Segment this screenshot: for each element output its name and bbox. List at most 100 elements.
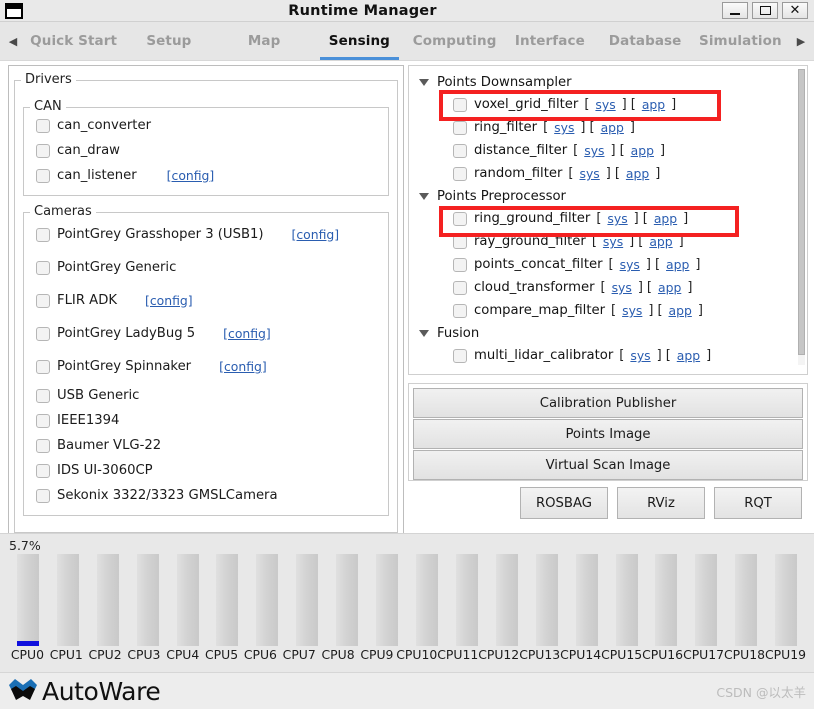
sys-link[interactable]: sys bbox=[614, 257, 646, 272]
tab-interface[interactable]: Interface bbox=[502, 22, 597, 60]
app-link[interactable]: app bbox=[671, 348, 706, 363]
checkbox-can-draw[interactable] bbox=[36, 143, 50, 158]
caret-down-icon[interactable] bbox=[419, 192, 429, 200]
runtime-manager-window: Runtime Manager ✕ ◀ Quick Start Setup Map S… bbox=[0, 0, 814, 709]
config-link[interactable]: [config] bbox=[145, 293, 193, 308]
minimize-button[interactable] bbox=[722, 2, 748, 19]
checkbox-cloud-transformer[interactable] bbox=[453, 280, 467, 295]
button-calibration-publisher[interactable]: Calibration Publisher bbox=[413, 388, 803, 418]
app-link[interactable]: app bbox=[643, 234, 678, 249]
tree-group-points-downsampler[interactable]: Points Downsampler bbox=[409, 71, 807, 93]
sys-link[interactable]: sys bbox=[624, 348, 656, 363]
driver-label: PointGrey Spinnaker bbox=[57, 359, 192, 374]
tab-sensing[interactable]: Sensing bbox=[312, 22, 407, 60]
button-virtual-scan-image[interactable]: Virtual Scan Image bbox=[413, 450, 803, 480]
tab-quick-start[interactable]: Quick Start bbox=[26, 22, 121, 60]
config-link[interactable]: [config] bbox=[292, 227, 340, 242]
sys-link[interactable]: sys bbox=[578, 143, 610, 158]
checkbox-pointgrey-grasshoper-3-usb1[interactable] bbox=[36, 227, 50, 242]
checkbox-sekonix-3322-3323-gmslcamera[interactable] bbox=[36, 488, 50, 503]
checkbox-usb-generic[interactable] bbox=[36, 388, 50, 403]
maximize-button[interactable] bbox=[752, 2, 778, 19]
bracket-close: ] bbox=[655, 166, 661, 181]
checkbox-random-filter[interactable] bbox=[453, 166, 467, 181]
config-link[interactable]: [config] bbox=[223, 326, 271, 341]
bracket-close: ] bbox=[706, 348, 712, 363]
driver-label: FLIR ADK bbox=[57, 293, 118, 308]
checkbox-pointgrey-spinnaker[interactable] bbox=[36, 359, 50, 374]
checkbox-can-listener[interactable] bbox=[36, 168, 50, 183]
tab-computing[interactable]: Computing bbox=[407, 22, 502, 60]
config-link[interactable]: [config] bbox=[219, 359, 267, 374]
sys-link[interactable]: sys bbox=[601, 211, 633, 226]
sys-link[interactable]: sys bbox=[606, 280, 638, 295]
app-link[interactable]: app bbox=[652, 280, 687, 295]
close-button[interactable]: ✕ bbox=[782, 2, 808, 19]
tree-group-fusion[interactable]: Fusion bbox=[409, 322, 807, 344]
checkbox-ids-ui-3060cp[interactable] bbox=[36, 463, 50, 478]
tree-item-distance-filter: distance_filter[sys][app] bbox=[409, 139, 807, 162]
checkbox-multi-lidar-calibrator[interactable] bbox=[453, 348, 467, 363]
driver-row: PointGrey Spinnaker [config] bbox=[28, 350, 384, 383]
app-link[interactable]: app bbox=[595, 120, 630, 135]
button-rosbag[interactable]: ROSBAG bbox=[520, 487, 608, 519]
tree-item-multi-lidar-calibrator: multi_lidar_calibrator[sys][app] bbox=[409, 344, 807, 367]
tree-item-label: distance_filter bbox=[474, 143, 568, 158]
checkbox-ring-ground-filter[interactable] bbox=[453, 211, 467, 226]
checkbox-baumer-vlg-22[interactable] bbox=[36, 438, 50, 453]
tree-scrollbar[interactable] bbox=[798, 69, 805, 365]
driver-row: PointGrey Grasshoper 3 (USB1) [config] bbox=[28, 218, 384, 251]
tree-group-points-preprocessor[interactable]: Points Preprocessor bbox=[409, 185, 807, 207]
sys-link[interactable]: sys bbox=[616, 303, 648, 318]
sys-link[interactable]: sys bbox=[574, 166, 606, 181]
app-link[interactable]: app bbox=[620, 166, 655, 181]
tree-scrollbar-thumb[interactable] bbox=[798, 69, 805, 355]
tree-item-compare-map-filter: compare_map_filter[sys][app] bbox=[409, 299, 807, 322]
tab-label: Interface bbox=[514, 33, 585, 49]
cpu-core-label: CPU1 bbox=[49, 647, 83, 662]
app-link[interactable]: app bbox=[660, 257, 695, 272]
cpu-bar-track bbox=[775, 554, 798, 646]
checkbox-ring-filter[interactable] bbox=[453, 120, 467, 135]
button-rviz[interactable]: RViz bbox=[617, 487, 705, 519]
tab-setup[interactable]: Setup bbox=[121, 22, 216, 60]
caret-down-icon[interactable] bbox=[419, 78, 429, 86]
checkbox-voxel-grid-filter[interactable] bbox=[453, 97, 467, 112]
checkbox-pointgrey-generic[interactable] bbox=[36, 260, 50, 275]
cpu-bar-track bbox=[56, 554, 79, 646]
tree-item-points-concat-filter: points_concat_filter[sys][app] bbox=[409, 253, 807, 276]
cpu-bar-track bbox=[336, 554, 359, 646]
cpu-core-label: CPU3 bbox=[127, 647, 161, 662]
cpu-bar-track bbox=[535, 554, 558, 646]
sys-link[interactable]: sys bbox=[589, 97, 621, 112]
tab-database[interactable]: Database bbox=[598, 22, 693, 60]
cpu-bar-track bbox=[216, 554, 239, 646]
button-points-image[interactable]: Points Image bbox=[413, 419, 803, 449]
checkbox-flir-adk[interactable] bbox=[36, 293, 50, 308]
tab-scroll-left-icon[interactable]: ◀ bbox=[0, 22, 26, 60]
can-group-title: CAN bbox=[30, 99, 66, 114]
app-link[interactable]: app bbox=[648, 211, 683, 226]
drivers-panel: Drivers CAN can_converter can_draw can_lis… bbox=[8, 65, 404, 553]
tab-map[interactable]: Map bbox=[217, 22, 312, 60]
checkbox-points-concat-filter[interactable] bbox=[453, 257, 467, 272]
driver-row: FLIR ADK [config] bbox=[28, 284, 384, 317]
main-content: Drivers CAN can_converter can_draw can_lis… bbox=[0, 61, 814, 553]
caret-down-icon[interactable] bbox=[419, 329, 429, 337]
app-link[interactable]: app bbox=[625, 143, 660, 158]
tab-simulation[interactable]: Simulation bbox=[693, 22, 788, 60]
app-link[interactable]: app bbox=[663, 303, 698, 318]
tab-scroll-right-icon[interactable]: ▶ bbox=[788, 22, 814, 60]
checkbox-can-converter[interactable] bbox=[36, 118, 50, 133]
checkbox-distance-filter[interactable] bbox=[453, 143, 467, 158]
checkbox-ray-ground-filter[interactable] bbox=[453, 234, 467, 249]
app-link[interactable]: app bbox=[636, 97, 671, 112]
config-link[interactable]: [config] bbox=[167, 168, 215, 183]
checkbox-compare-map-filter[interactable] bbox=[453, 303, 467, 318]
window-controls: ✕ bbox=[722, 2, 808, 19]
checkbox-pointgrey-ladybug-5[interactable] bbox=[36, 326, 50, 341]
checkbox-ieee1394[interactable] bbox=[36, 413, 50, 428]
button-rqt[interactable]: RQT bbox=[714, 487, 802, 519]
sys-link[interactable]: sys bbox=[597, 234, 629, 249]
sys-link[interactable]: sys bbox=[548, 120, 580, 135]
